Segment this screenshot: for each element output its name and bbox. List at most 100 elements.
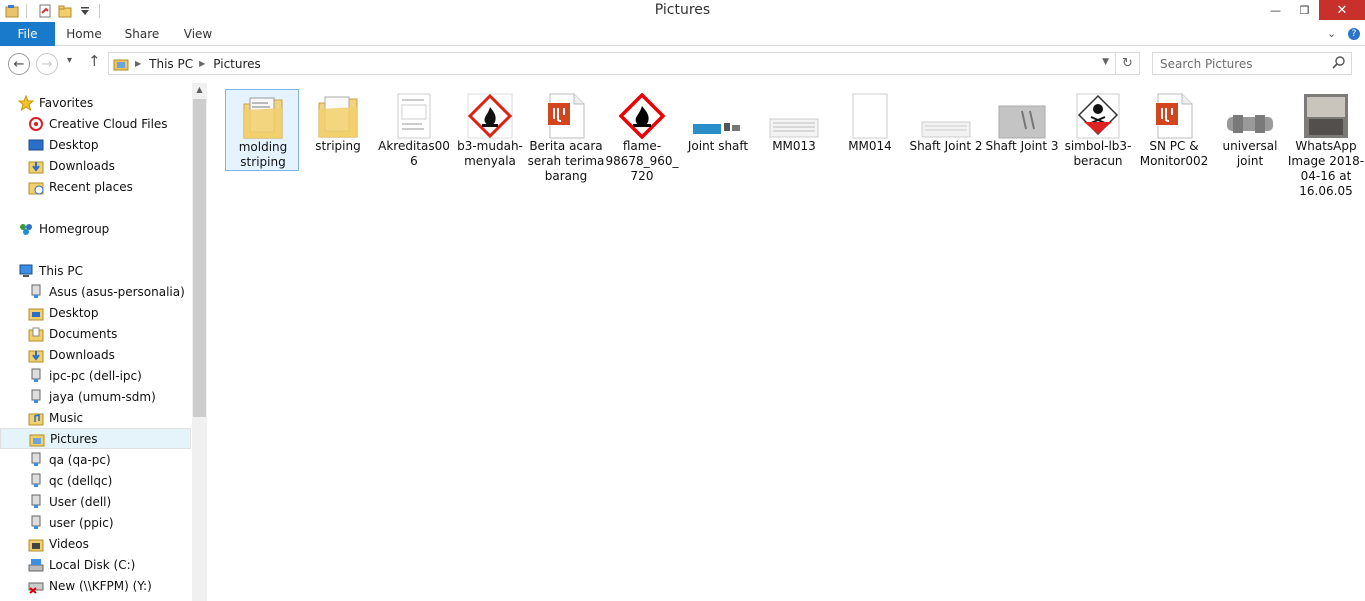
- sidebar-item-downloads[interactable]: Downloads: [28, 155, 115, 176]
- tab-home[interactable]: Home: [58, 22, 110, 46]
- file-item[interactable]: Shaft Joint 2: [909, 89, 983, 171]
- navigation-tree: Favorites Creative Cloud Files Desktop D…: [0, 83, 191, 601]
- breadcrumb-this-pc[interactable]: This PC: [149, 57, 193, 71]
- sidebar-item-music[interactable]: Music: [28, 407, 83, 428]
- sidebar-item-label: jaya (umum-sdm): [49, 389, 156, 404]
- network-drive-icon: [28, 452, 44, 468]
- search-box[interactable]: [1152, 52, 1352, 75]
- homegroup-icon: [18, 221, 34, 237]
- expand-ribbon-icon[interactable]: ⌄: [1327, 22, 1336, 46]
- sidebar-item-recent-places[interactable]: Recent places: [28, 176, 133, 197]
- file-name: Shaft Joint 3: [985, 139, 1059, 153]
- sidebar-item-favorites[interactable]: Favorites: [18, 92, 93, 113]
- network-drive-icon: [28, 389, 44, 405]
- sidebar-item-label: New (\\KFPM) (Y:): [49, 578, 152, 593]
- file-item[interactable]: flame-98678_960_720: [605, 89, 679, 183]
- sidebar-item-label: Asus (asus-personalia): [49, 284, 185, 299]
- videos-folder-icon: [28, 536, 44, 552]
- network-drive-icon: [28, 515, 44, 531]
- sidebar-item-local-disk[interactable]: Local Disk (C:): [28, 554, 135, 575]
- sidebar-item-network-drive[interactable]: Asus (asus-personalia): [28, 281, 185, 302]
- sidebar-item-label: Music: [49, 410, 84, 425]
- sidebar-item-label: Videos: [49, 536, 89, 551]
- file-item[interactable]: universal joint: [1213, 89, 1287, 171]
- sidebar-item-label: Downloads: [49, 158, 115, 173]
- up-button[interactable]: ↑: [88, 52, 101, 70]
- search-input[interactable]: [1153, 53, 1323, 74]
- sidebar-item-pictures[interactable]: Pictures: [0, 428, 191, 449]
- file-item[interactable]: MM013: [757, 89, 831, 171]
- sidebar-item-videos[interactable]: Videos: [28, 533, 89, 554]
- file-name: flame-98678_960_720: [605, 139, 679, 183]
- photo-thumbnail-icon: [1289, 89, 1363, 139]
- file-name: Akreditas006: [378, 139, 450, 168]
- sidebar-item-network-drive[interactable]: qc (dellqc): [28, 470, 112, 491]
- file-item[interactable]: Berita acara serah terima barang: [528, 89, 604, 183]
- minimize-button[interactable]: —: [1261, 0, 1290, 20]
- sidebar-item-network-drive[interactable]: ipc-pc (dell-ipc): [28, 365, 142, 386]
- recent-locations-dropdown[interactable]: ▾: [67, 55, 72, 66]
- sidebar-item-homegroup[interactable]: Homegroup: [18, 218, 109, 239]
- sidebar-item-network-drive[interactable]: user (ppic): [28, 512, 114, 533]
- computer-icon: [18, 263, 34, 279]
- forward-button[interactable]: →: [36, 53, 58, 75]
- blank-document-icon: [833, 89, 907, 139]
- search-icon[interactable]: [1332, 56, 1345, 72]
- help-icon[interactable]: ?: [1348, 28, 1360, 40]
- network-drive-icon: [28, 284, 44, 300]
- back-button[interactable]: ←: [8, 53, 30, 75]
- file-item[interactable]: b3-mudah-menyala: [453, 89, 527, 171]
- properties-icon[interactable]: [37, 3, 53, 19]
- sidebar-item-this-pc[interactable]: This PC: [18, 260, 83, 281]
- customize-toolbar-icon[interactable]: [77, 3, 93, 19]
- scrollbar-thumb[interactable]: [193, 99, 206, 417]
- breadcrumb-separator: ▶: [199, 59, 206, 68]
- file-item[interactable]: SN PC & Monitor002: [1137, 89, 1211, 171]
- address-history-dropdown[interactable]: ▼: [1102, 57, 1109, 67]
- network-drive-icon: [28, 494, 44, 510]
- breadcrumb-pictures[interactable]: Pictures: [213, 57, 261, 71]
- new-folder-icon[interactable]: [57, 3, 73, 19]
- tab-view[interactable]: View: [172, 22, 224, 46]
- file-item[interactable]: Akreditas006: [377, 89, 451, 171]
- file-item[interactable]: MM014: [833, 89, 907, 171]
- sidebar-item-label: Local Disk (C:): [49, 557, 136, 572]
- music-folder-icon: [28, 410, 44, 426]
- file-item[interactable]: WhatsApp Image 2018-04-16 at 16.06.05: [1288, 89, 1364, 198]
- recent-places-icon: [28, 179, 44, 195]
- file-item[interactable]: simbol-lb3-beracun: [1061, 89, 1135, 171]
- file-item[interactable]: molding striping: [225, 89, 299, 171]
- close-button[interactable]: ✕: [1319, 0, 1365, 20]
- sidebar-item-network-drive[interactable]: jaya (umum-sdm): [28, 386, 156, 407]
- sidebar-item-creative-cloud[interactable]: Creative Cloud Files: [28, 113, 168, 134]
- file-item[interactable]: Shaft Joint 3: [985, 89, 1059, 171]
- toolbar-divider: [99, 4, 100, 18]
- explorer-icon[interactable]: [4, 3, 20, 19]
- desktop-folder-icon: [28, 305, 44, 321]
- sidebar-item-label: User (dell): [49, 494, 112, 509]
- sidebar-item-desktop[interactable]: Desktop: [28, 302, 99, 323]
- pdf-icon: [1137, 89, 1211, 139]
- refresh-button[interactable]: ↻: [1115, 53, 1139, 74]
- file-name: striping: [315, 139, 361, 153]
- file-name: Joint shaft: [687, 139, 749, 153]
- local-disk-icon: [28, 557, 44, 573]
- sidebar-item-network-drive[interactable]: User (dell): [28, 491, 111, 512]
- file-item[interactable]: Joint shaft: [681, 89, 755, 171]
- sidebar-item-label: Desktop: [49, 137, 99, 152]
- sidebar-item-downloads[interactable]: Downloads: [28, 344, 115, 365]
- restore-button[interactable]: ❐: [1290, 0, 1319, 20]
- sidebar-item-documents[interactable]: Documents: [28, 323, 117, 344]
- sidebar-item-network-drive[interactable]: qa (qa-pc): [28, 449, 111, 470]
- address-bar[interactable]: ▶ This PC ▶ Pictures ▼ ↻: [108, 52, 1140, 75]
- network-drive-icon: [28, 473, 44, 489]
- sidebar-item-label: This PC: [39, 263, 83, 278]
- folder-icon: [301, 89, 375, 139]
- file-item[interactable]: striping: [301, 89, 375, 171]
- tab-share[interactable]: Share: [116, 22, 168, 46]
- navigation-scrollbar[interactable]: ▲: [192, 83, 207, 601]
- sidebar-item-desktop[interactable]: Desktop: [28, 134, 99, 155]
- scroll-up-arrow[interactable]: ▲: [192, 85, 207, 94]
- sidebar-item-disconnected-drive[interactable]: New (\\KFPM) (Y:): [28, 575, 152, 596]
- tab-file[interactable]: File: [0, 22, 55, 46]
